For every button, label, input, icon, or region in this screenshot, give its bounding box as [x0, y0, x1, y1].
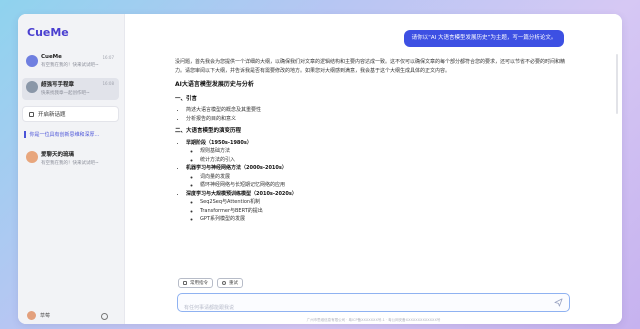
conversation-time: 16:08 [102, 81, 114, 86]
stage-item: 深度学习与大规模预训练模型（2010s-2020s） Seq2Seq与Atten… [186, 190, 565, 224]
settings-icon[interactable] [101, 313, 108, 320]
conversation-preview: 有空我在我的！快来试试吧~ [41, 161, 99, 166]
prompt-icon [183, 281, 187, 285]
avatar [26, 55, 38, 67]
user-message-bubble: 请你以“AI 大语言模型发展历史”为主题，写一篇分析论文。 [404, 30, 564, 47]
list-item: 统计方法的引入 [200, 156, 565, 165]
list-item: GPT系列模型的发展 [200, 215, 565, 224]
conversation-preview: 有空我在我的！快来试试吧~ [41, 63, 99, 68]
chat-main: 请你以“AI 大语言模型发展历史”为主题，写一篇分析论文。 没问题，首先我会为您… [125, 14, 622, 324]
list-item: Seq2Seq与Attention机制 [200, 198, 565, 207]
list-item: Transformer与BERT的提出 [200, 207, 565, 216]
stage-title: 早期阶段（1950s-1980s） [186, 139, 252, 146]
logo: CueMe [27, 26, 69, 39]
topic-label: 你是一位具有创新思维和深厚... [29, 132, 100, 138]
assistant-message: 没问题，首先我会为您提供一个详细的大纲，以确保我们对文章的逻辑结构和主要内容达成… [175, 58, 565, 276]
refresh-icon [222, 281, 226, 285]
avatar [26, 151, 38, 163]
list-item: 分析报告的目的和意义 [186, 115, 565, 124]
chat-input-box [177, 293, 570, 318]
new-chat-icon [29, 111, 34, 117]
user-profile[interactable]: 草莓 [27, 311, 50, 320]
conversation-item-active[interactable]: 超强写手程章 快来找我章一起创作吧~ 16:08 [22, 78, 119, 100]
outline-title: AI大语言模型发展历史与分析 [175, 81, 254, 88]
user-name: 草莓 [40, 313, 51, 319]
app-window: CueMe CueMe 有空我在我的！快来试试吧~ 16:07 超强写手程章 快… [18, 14, 622, 324]
chat-input[interactable] [178, 298, 536, 318]
new-chat-label: 开启新话题 [38, 112, 66, 118]
stage-item: 早期阶段（1950s-1980s） 规则基础方法 统计方法的引入 [186, 139, 565, 165]
topic-item[interactable]: 你是一位具有创新思维和深厚... [24, 131, 120, 138]
section-list: 简述大语言模型的概念及其重要性 分析报告的目的和意义 [175, 106, 565, 123]
stage-item: 机器学习与神经网络方法（2000s-2010s） 词向量的发展 循环神经网络与长… [186, 164, 565, 190]
section-title: 二、大语言模型的演变历程 [175, 128, 242, 134]
footer-text: 广州市思维信息有限公司 · 粤ICP备XXXXXXX号-1 · 粤公网安备XXX… [306, 318, 441, 322]
stage-title: 机器学习与神经网络方法（2000s-2010s） [186, 165, 287, 171]
send-icon[interactable] [554, 298, 563, 307]
section-title: 一、引言 [175, 95, 198, 102]
input-toolbar: 常用指令 重试 [178, 278, 243, 288]
stage-title: 深度学习与大规模预训练模型（2010s-2020s） [186, 190, 297, 197]
stage-list: 早期阶段（1950s-1980s） 规则基础方法 统计方法的引入 机器学习与神经… [175, 139, 565, 224]
conversation-title: 爱聊天的琉璃 [41, 152, 75, 158]
assistant-intro: 没问题，首先我会为您提供一个详细的大纲，以确保我们对文章的逻辑结构和主要内容达成… [175, 59, 565, 74]
topic-marker-icon [24, 131, 26, 138]
list-item: 简述大语言模型的概念及其重要性 [186, 106, 565, 115]
pinned-conversation[interactable]: 爱聊天的琉璃 有空我在我的！快来试试吧~ [22, 148, 119, 170]
list-item: 词向量的发展 [200, 173, 565, 182]
retry-label: 重试 [229, 281, 238, 286]
user-avatar [27, 311, 36, 320]
retry-button[interactable]: 重试 [217, 278, 243, 288]
brand-name: CueMe [27, 26, 69, 39]
conversation-time: 16:07 [102, 55, 114, 60]
common-prompts-button[interactable]: 常用指令 [178, 278, 213, 288]
new-chat-button[interactable]: 开启新话题 [22, 106, 119, 122]
sidebar: CueMe CueMe 有空我在我的！快来试试吧~ 16:07 超强写手程章 快… [18, 14, 125, 324]
conversation-preview: 快来找我章一起创作吧~ [41, 91, 90, 96]
avatar [26, 81, 38, 93]
common-prompts-label: 常用指令 [190, 281, 208, 286]
scrollbar[interactable] [616, 54, 618, 114]
list-item: 规则基础方法 [200, 147, 565, 156]
conversation-item[interactable]: CueMe 有空我在我的！快来试试吧~ 16:07 [22, 52, 119, 74]
list-item: 循环神经网络与长短期记忆网络的应用 [200, 181, 565, 190]
